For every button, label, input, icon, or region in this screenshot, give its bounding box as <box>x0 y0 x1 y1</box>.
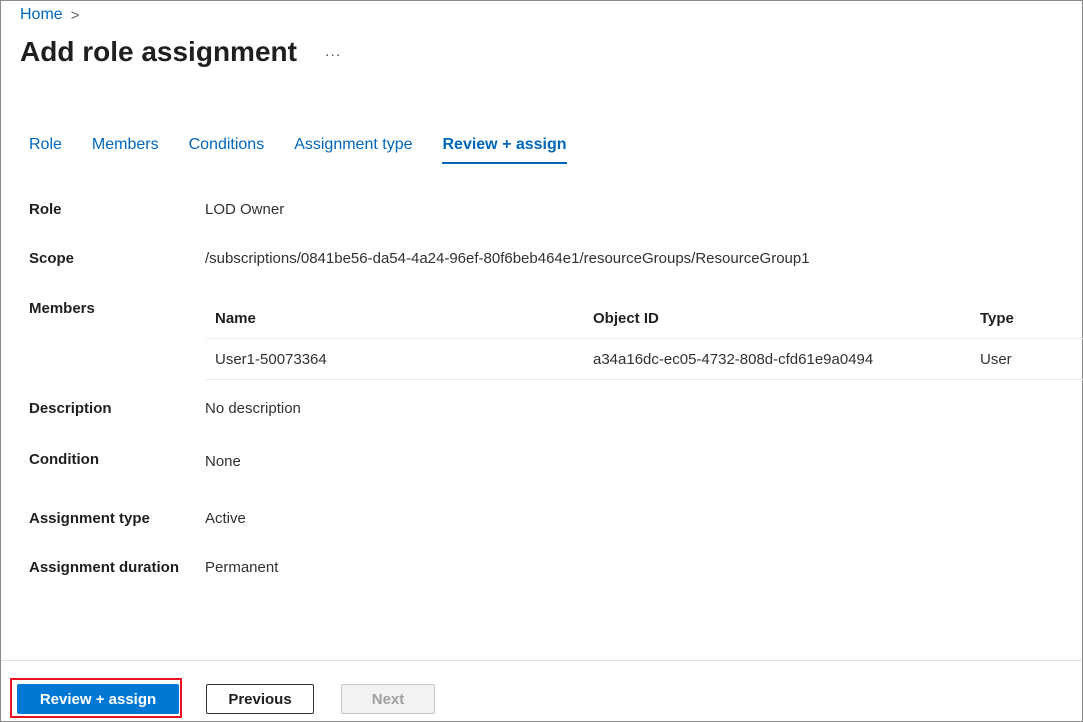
page-title: Add role assignment <box>20 36 297 67</box>
members-label: Members <box>29 300 95 317</box>
role-value: LOD Owner <box>205 201 285 218</box>
scope-label: Scope <box>29 250 75 267</box>
members-row: Members <box>29 300 205 317</box>
column-header-object-id: Object ID <box>593 309 659 327</box>
description-value: No description <box>205 400 301 417</box>
member-object-id: a34a16dc-ec05-4732-808d-cfd61e9a0494 <box>593 350 874 368</box>
breadcrumb: Home > <box>20 6 79 24</box>
condition-label: Condition <box>29 451 99 468</box>
column-header-type: Type <box>980 309 1014 327</box>
role-label: Role <box>29 201 62 218</box>
wizard-tabs: Role Members Conditions Assignment type … <box>29 136 567 164</box>
member-name: User1-50073364 <box>215 350 327 368</box>
chevron-right-icon: > <box>70 6 80 24</box>
scope-value: /subscriptions/0841be56-da54-4a24-96ef-8… <box>205 250 810 267</box>
role-row: Role LOD Owner <box>29 201 284 218</box>
members-table-header: Name Object ID Type <box>206 298 1083 339</box>
tab-members[interactable]: Members <box>92 136 159 164</box>
assignment-type-row: Assignment type Active <box>29 510 246 527</box>
assignment-duration-row: Assignment duration Permanent <box>29 559 278 576</box>
title-row: Add role assignment ... <box>20 36 341 68</box>
next-button[interactable]: Next <box>341 684 435 714</box>
description-label: Description <box>29 400 112 417</box>
assignment-duration-value: Permanent <box>205 559 279 576</box>
footer-divider <box>1 660 1082 661</box>
assignment-type-label: Assignment type <box>29 510 150 527</box>
assignment-type-value: Active <box>205 510 246 527</box>
tab-conditions[interactable]: Conditions <box>189 136 265 164</box>
table-row: User1-50073364 a34a16dc-ec05-4732-808d-c… <box>206 339 1083 380</box>
tab-review-assign[interactable]: Review + assign <box>442 136 567 164</box>
assignment-duration-label: Assignment duration <box>29 559 180 576</box>
members-table: Name Object ID Type User1-50073364 a34a1… <box>206 298 1083 380</box>
more-options-icon[interactable]: ... <box>325 43 341 61</box>
condition-value: None <box>205 453 241 470</box>
scope-row: Scope /subscriptions/0841be56-da54-4a24-… <box>29 250 810 267</box>
member-type: User <box>980 350 1012 368</box>
breadcrumb-home-link[interactable]: Home <box>20 6 63 24</box>
previous-button[interactable]: Previous <box>206 684 314 714</box>
tab-assignment-type[interactable]: Assignment type <box>294 136 412 164</box>
column-header-name: Name <box>215 309 256 327</box>
description-row: Description No description <box>29 400 301 417</box>
review-assign-button[interactable]: Review + assign <box>17 684 179 714</box>
condition-row: Condition None <box>29 451 241 470</box>
tab-role[interactable]: Role <box>29 136 62 164</box>
